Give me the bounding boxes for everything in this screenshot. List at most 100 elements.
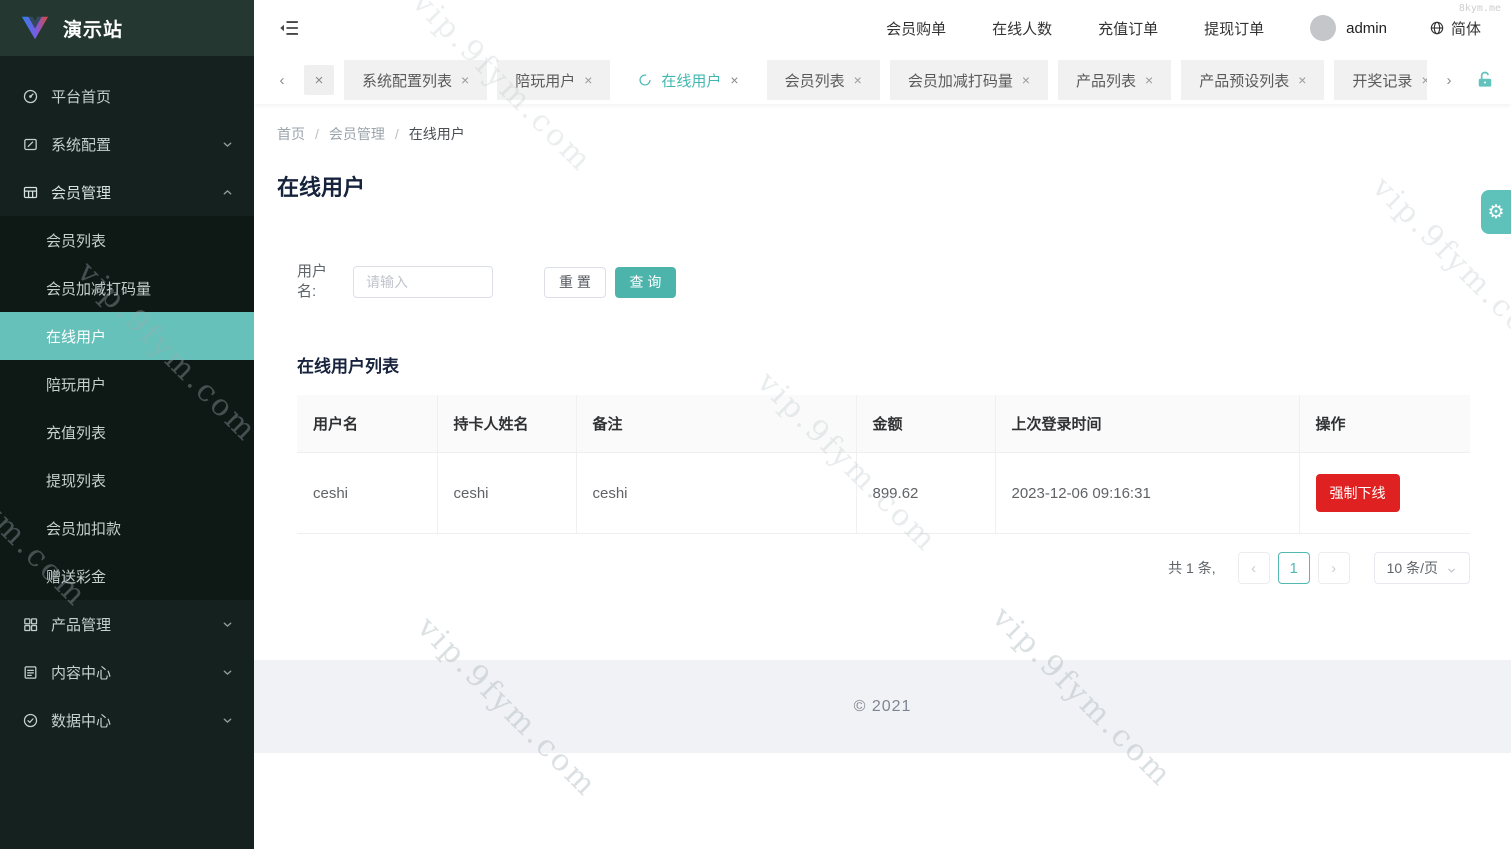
tab-companion-users[interactable]: 陪玩用户× — [497, 60, 610, 100]
prev-page-icon[interactable]: ‹ — [1238, 552, 1270, 584]
sidebar-item-product-management[interactable]: 产品管理 — [0, 600, 254, 648]
close-icon[interactable]: × — [461, 72, 469, 88]
sidebar-item-companion-users[interactable]: 陪玩用户 — [0, 360, 254, 408]
tab-system-config-list[interactable]: 系统配置列表× — [344, 60, 487, 100]
tab-online-users[interactable]: 在线用户× — [620, 60, 756, 100]
tabs-close-icon[interactable]: × — [304, 65, 334, 95]
unlock-icon[interactable] — [1475, 70, 1495, 90]
page-content: 首页 / 会员管理 / 在线用户 在线用户 用户名: 重 置 查 询 在线用户列… — [254, 104, 1511, 660]
close-icon[interactable]: × — [1145, 72, 1153, 88]
close-icon[interactable]: × — [584, 72, 592, 88]
vue-logo-icon — [20, 13, 50, 43]
pagination-total: 共 1 条, — [1168, 558, 1215, 578]
tab-lottery-records[interactable]: 开奖记录× — [1334, 60, 1427, 100]
close-icon[interactable]: × — [1421, 72, 1427, 88]
username-input[interactable] — [353, 266, 493, 298]
dashboard-icon — [22, 88, 39, 105]
language-switcher[interactable]: 简体 — [1429, 18, 1481, 39]
breadcrumb-home[interactable]: 首页 — [277, 124, 305, 144]
app-title: 演示站 — [63, 15, 123, 42]
user-menu[interactable]: admin — [1310, 15, 1387, 41]
tabs-scroll-left-icon[interactable]: ‹ — [270, 68, 294, 92]
cell-amount: 899.62 — [856, 453, 995, 534]
cell-cardholder: ceshi — [437, 453, 576, 534]
sidebar-item-member-list[interactable]: 会员列表 — [0, 216, 254, 264]
sidebar-item-system-config[interactable]: 系统配置 — [0, 120, 254, 168]
breadcrumb-member-management[interactable]: 会员管理 — [329, 124, 385, 144]
header-link-withdraw-orders[interactable]: 提现订单 — [1204, 18, 1264, 39]
col-last-login: 上次登录时间 — [995, 395, 1299, 453]
sidebar-item-member-adjust-funds[interactable]: 会员加扣款 — [0, 504, 254, 552]
sidebar-item-online-users[interactable]: 在线用户 — [0, 312, 254, 360]
close-icon[interactable]: × — [730, 72, 738, 88]
gear-icon: ⚙ — [1487, 201, 1504, 224]
cell-remark: ceshi — [576, 453, 856, 534]
chevron-down-icon — [221, 714, 234, 727]
globe-icon — [1429, 20, 1445, 36]
filter-form: 用户名: 重 置 查 询 — [297, 262, 1511, 302]
force-offline-button[interactable]: 强制下线 — [1316, 474, 1400, 512]
col-actions: 操作 — [1299, 395, 1470, 453]
tabbar-right-controls: › — [1437, 68, 1499, 92]
header-link-recharge-orders[interactable]: 充值订单 — [1098, 18, 1158, 39]
page-number[interactable]: 1 — [1278, 552, 1310, 584]
sidebar-fold-icon[interactable] — [278, 17, 300, 39]
main-area: 会员购单 在线人数 充值订单 提现订单 admin 简体 ‹ × 系统配置列表× — [254, 0, 1511, 849]
close-icon[interactable]: × — [1298, 72, 1306, 88]
tab-member-list[interactable]: 会员列表× — [767, 60, 880, 100]
reset-button[interactable]: 重 置 — [544, 267, 606, 298]
page-size-select[interactable]: 10 条/页 — [1374, 552, 1470, 584]
sidebar-item-data-center[interactable]: 数据中心 — [0, 696, 254, 744]
col-username: 用户名 — [297, 395, 437, 453]
content-doc-icon — [22, 664, 39, 681]
col-remark: 备注 — [576, 395, 856, 453]
chevron-down-icon — [221, 666, 234, 679]
member-submenu: 会员列表 会员加减打码量 在线用户 陪玩用户 充值列表 提现列表 会员加扣款 赠… — [0, 216, 254, 600]
sidebar-item-withdraw-list[interactable]: 提现列表 — [0, 456, 254, 504]
sidebar-item-bonus-gift[interactable]: 赠送彩金 — [0, 552, 254, 600]
sidebar-item-content-center[interactable]: 内容中心 — [0, 648, 254, 696]
breadcrumb: 首页 / 会员管理 / 在线用户 — [277, 124, 1511, 144]
tabs-scroll-right-icon[interactable]: › — [1437, 68, 1461, 92]
table-row: ceshi ceshi ceshi 899.62 2023-12-06 09:1… — [297, 453, 1470, 534]
products-grid-icon — [22, 616, 39, 633]
tab-bar: ‹ × 系统配置列表× 陪玩用户× 在线用户× 会员列表× 会员加减打码量× — [254, 56, 1511, 104]
chevron-down-icon — [1446, 563, 1457, 574]
edit-icon — [22, 136, 39, 153]
col-amount: 金额 — [856, 395, 995, 453]
query-button[interactable]: 查 询 — [615, 267, 676, 298]
top-header: 会员购单 在线人数 充值订单 提现订单 admin 简体 — [254, 0, 1511, 56]
tab-product-preset-list[interactable]: 产品预设列表× — [1181, 60, 1324, 100]
cell-last-login: 2023-12-06 09:16:31 — [995, 453, 1299, 534]
table-header-row: 用户名 持卡人姓名 备注 金额 上次登录时间 操作 — [297, 395, 1470, 453]
header-link-member-orders[interactable]: 会员购单 — [886, 18, 946, 39]
cell-username: ceshi — [297, 453, 437, 534]
close-icon[interactable]: × — [854, 72, 862, 88]
page-title: 在线用户 — [277, 170, 1511, 202]
header-nav: 会员购单 在线人数 充值订单 提现订单 — [886, 18, 1264, 39]
sidebar-menu: 平台首页 系统配置 会员管理 会员列表 — [0, 56, 254, 744]
next-page-icon[interactable]: › — [1318, 552, 1350, 584]
chevron-up-icon — [221, 186, 234, 199]
username: admin — [1346, 20, 1387, 37]
chevron-down-icon — [221, 618, 234, 631]
avatar — [1310, 15, 1336, 41]
sidebar-item-recharge-list[interactable]: 充值列表 — [0, 408, 254, 456]
sidebar-item-member-management[interactable]: 会员管理 — [0, 168, 254, 216]
settings-drawer-button[interactable]: ⚙ — [1481, 190, 1511, 234]
tab-member-bet-adjust[interactable]: 会员加减打码量× — [890, 60, 1048, 100]
breadcrumb-current: 在线用户 — [409, 124, 465, 144]
loading-circle-icon — [638, 73, 652, 87]
sidebar-item-home[interactable]: 平台首页 — [0, 72, 254, 120]
online-users-table: 用户名 持卡人姓名 备注 金额 上次登录时间 操作 ceshi ceshi ce… — [297, 395, 1470, 534]
section-title: 在线用户列表 — [297, 352, 1511, 377]
col-cardholder: 持卡人姓名 — [437, 395, 576, 453]
sidebar: 演示站 平台首页 系统配置 — [0, 0, 254, 849]
chevron-down-icon — [221, 138, 234, 151]
close-icon[interactable]: × — [1022, 72, 1030, 88]
app-logo[interactable]: 演示站 — [0, 0, 254, 56]
sidebar-item-member-bet-adjust[interactable]: 会员加减打码量 — [0, 264, 254, 312]
tab-product-list[interactable]: 产品列表× — [1058, 60, 1171, 100]
language-label: 简体 — [1451, 18, 1481, 39]
header-link-online-count[interactable]: 在线人数 — [992, 18, 1052, 39]
